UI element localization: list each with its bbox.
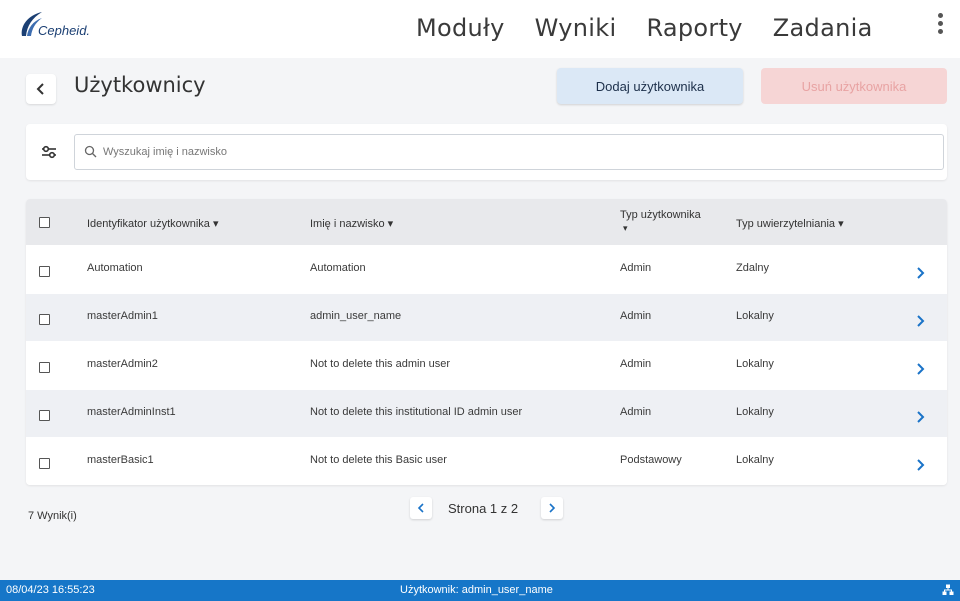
table-header: Identyfikator użytkownika ▾ Imię i nazwi… — [26, 199, 947, 245]
user-type-cell: Admin — [620, 262, 652, 274]
add-user-button[interactable]: Dodaj użytkownika — [557, 68, 743, 104]
logo-text: Cepheid. — [38, 23, 91, 38]
column-header-name[interactable]: Imię i nazwisko ▾ — [310, 217, 393, 230]
chevron-right-icon — [549, 503, 556, 513]
column-header-auth-type[interactable]: Typ uwierzytelniania ▾ — [736, 217, 844, 230]
user-id-cell: masterAdminInst1 — [87, 406, 176, 418]
main-nav: Moduły Wyniki Raporty Zadania — [416, 14, 903, 42]
user-id-cell: masterAdmin1 — [87, 310, 158, 322]
row-checkbox[interactable] — [39, 410, 50, 421]
top-bar: Cepheid. Moduły Wyniki Raporty Zadania — [0, 0, 960, 58]
user-id-cell: masterBasic1 — [87, 454, 154, 466]
chevron-left-icon — [36, 83, 44, 95]
page-title: Użytkownicy — [74, 73, 206, 97]
page-indicator: Strona 1 z 2 — [448, 501, 519, 516]
network-icon — [942, 584, 954, 595]
user-type-cell: Podstawowy — [620, 454, 682, 466]
chevron-right-icon[interactable] — [915, 459, 925, 471]
column-header-user-type-sort[interactable]: ▾ — [623, 223, 628, 234]
table-row[interactable]: masterAdmin2 Not to delete this admin us… — [26, 341, 947, 389]
select-all-checkbox[interactable] — [39, 217, 50, 228]
column-header-user-id[interactable]: Identyfikator użytkownika ▾ — [87, 217, 218, 230]
row-checkbox[interactable] — [39, 314, 50, 325]
chevron-left-icon — [417, 503, 424, 513]
user-type-cell: Admin — [620, 310, 652, 322]
nav-item-results[interactable]: Wyniki — [535, 14, 617, 42]
user-type-cell: Admin — [620, 358, 652, 370]
nav-item-tasks[interactable]: Zadania — [773, 14, 873, 42]
status-datetime: 08/04/23 16:55:23 — [6, 584, 95, 596]
previous-page-button[interactable] — [410, 497, 432, 519]
chevron-right-icon[interactable] — [915, 363, 925, 375]
auth-type-cell: Lokalny — [736, 406, 774, 418]
user-name-cell: Not to delete this Basic user — [310, 454, 447, 466]
nav-item-modules[interactable]: Moduły — [416, 14, 505, 42]
filter-icon[interactable] — [40, 143, 58, 161]
search-icon — [84, 145, 97, 158]
auth-type-cell: Zdalny — [736, 262, 770, 274]
table-row[interactable]: masterBasic1 Not to delete this Basic us… — [26, 437, 947, 485]
kebab-menu-icon[interactable] — [934, 10, 946, 40]
table-row[interactable]: Automation Automation Admin Zdalny — [26, 245, 947, 293]
next-page-button[interactable] — [541, 497, 563, 519]
cepheid-logo: Cepheid. — [18, 10, 90, 40]
user-name-cell: Automation — [310, 262, 366, 274]
search-box — [74, 134, 944, 170]
auth-type-cell: Lokalny — [736, 358, 774, 370]
user-type-cell: Admin — [620, 406, 652, 418]
search-input[interactable] — [101, 136, 935, 168]
auth-type-cell: Lokalny — [736, 454, 774, 466]
table-row[interactable]: masterAdmin1 admin_user_name Admin Lokal… — [26, 293, 947, 341]
back-button[interactable] — [26, 74, 56, 104]
auth-type-cell: Lokalny — [736, 310, 774, 322]
user-id-cell: Automation — [87, 262, 143, 274]
result-count: 7 Wynik(i) — [28, 510, 77, 522]
status-user: Użytkownik: admin_user_name — [400, 584, 553, 596]
nav-item-reports[interactable]: Raporty — [646, 14, 742, 42]
users-table: Identyfikator użytkownika ▾ Imię i nazwi… — [26, 199, 947, 485]
row-checkbox[interactable] — [39, 458, 50, 469]
column-header-user-type[interactable]: Typ użytkownika — [620, 209, 701, 221]
chevron-right-icon[interactable] — [915, 267, 925, 279]
search-panel — [26, 124, 947, 180]
user-name-cell: Not to delete this institutional ID admi… — [310, 406, 523, 418]
status-bar: 08/04/23 16:55:23 Użytkownik: admin_user… — [0, 580, 960, 601]
row-checkbox[interactable] — [39, 362, 50, 373]
table-row[interactable]: masterAdminInst1 Not to delete this inst… — [26, 389, 947, 437]
chevron-right-icon[interactable] — [915, 411, 925, 423]
user-name-cell: Not to delete this admin user — [310, 358, 451, 370]
chevron-right-icon[interactable] — [915, 315, 925, 327]
user-name-cell: admin_user_name — [310, 310, 402, 322]
user-id-cell: masterAdmin2 — [87, 358, 158, 370]
delete-user-button[interactable]: Usuń użytkownika — [761, 68, 947, 104]
row-checkbox[interactable] — [39, 266, 50, 277]
